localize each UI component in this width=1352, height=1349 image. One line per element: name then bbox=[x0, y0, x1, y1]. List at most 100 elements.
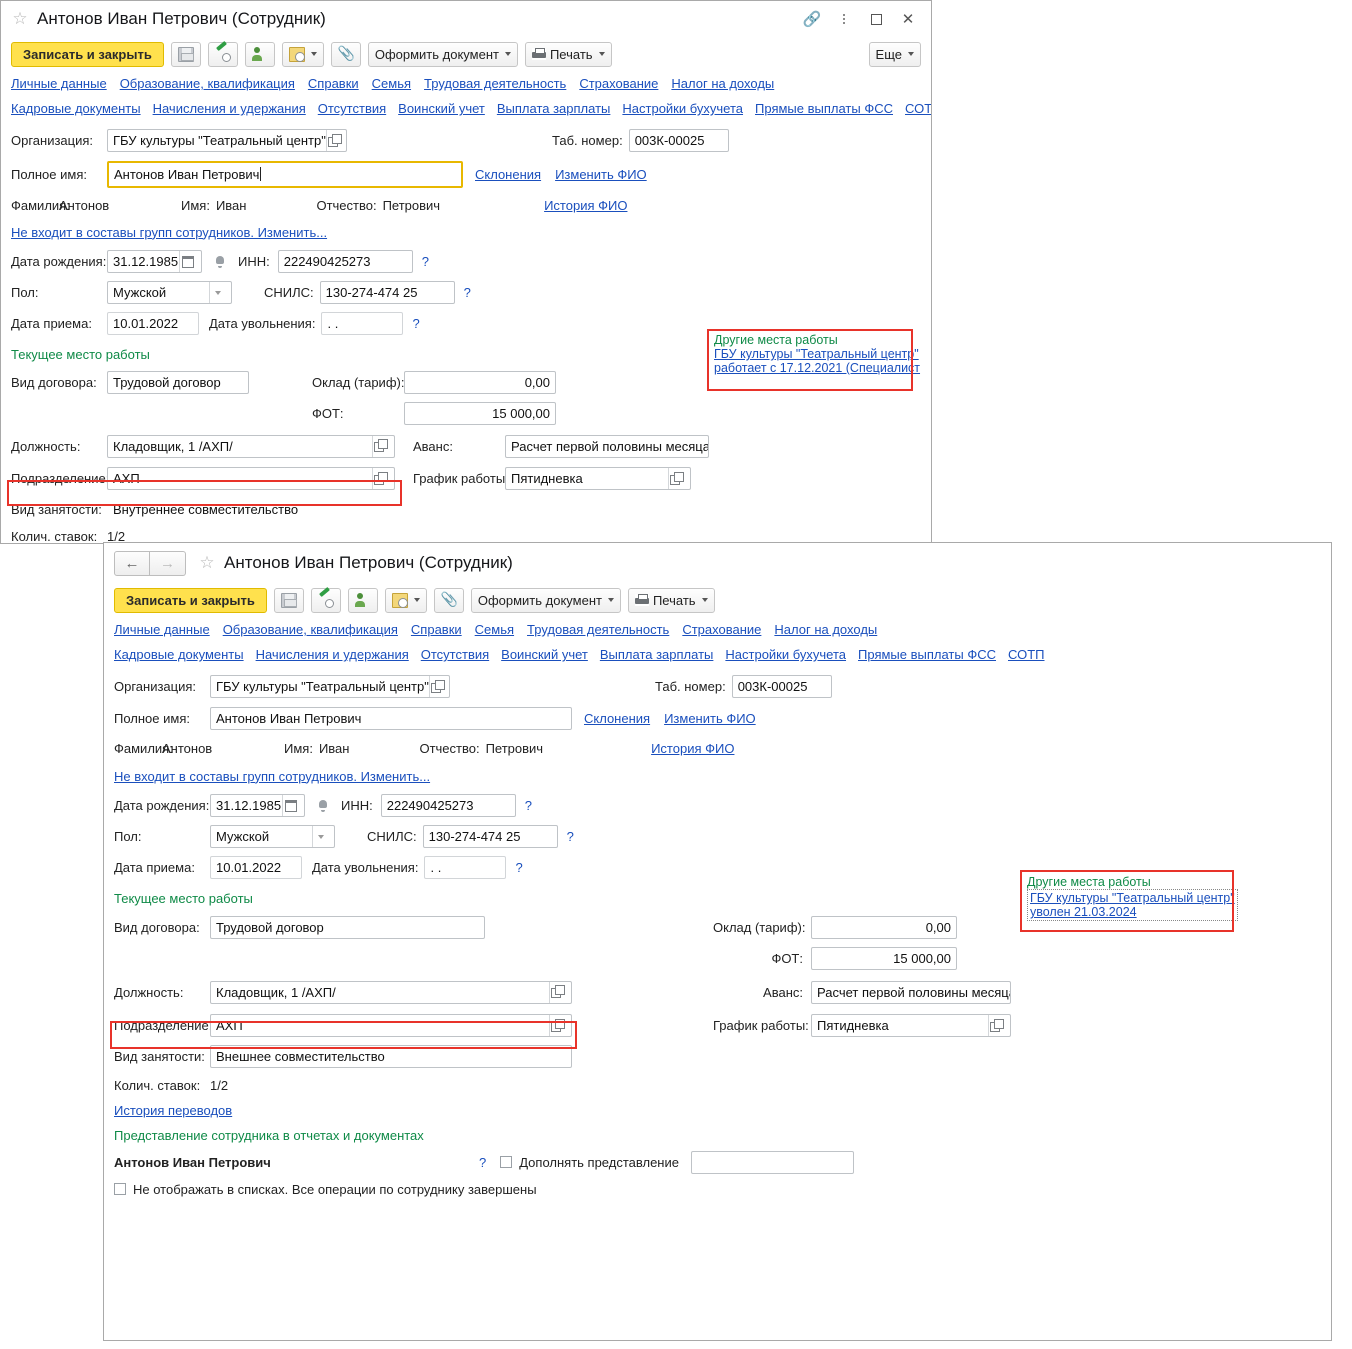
tab-insurance[interactable]: Страхование bbox=[682, 622, 761, 637]
inn-help-icon[interactable]: ? bbox=[525, 798, 532, 813]
person-clock-button[interactable] bbox=[347, 587, 378, 613]
tab-accounting-settings[interactable]: Настройки бухучета bbox=[622, 101, 743, 116]
maximize-icon[interactable] bbox=[867, 10, 885, 28]
calendar-icon[interactable] bbox=[179, 251, 196, 272]
tab-work-activity[interactable]: Трудовая деятельность bbox=[527, 622, 669, 637]
full-name-input[interactable]: Антонов Иван Петрович bbox=[210, 706, 572, 730]
transfer-history-link[interactable]: История переводов bbox=[114, 1103, 232, 1118]
tab-family[interactable]: Семья bbox=[372, 76, 411, 91]
hire-date-input[interactable]: 10.01.2022 bbox=[107, 312, 199, 335]
open-icon[interactable] bbox=[988, 1015, 1005, 1036]
contract-type-input[interactable]: Трудовой договор bbox=[210, 916, 485, 939]
document-clock-button[interactable] bbox=[384, 587, 427, 613]
tab-personal-data[interactable]: Личные данные bbox=[114, 622, 210, 637]
open-icon[interactable] bbox=[325, 130, 343, 151]
open-icon[interactable] bbox=[428, 676, 446, 697]
employee-groups-link[interactable]: Не входит в составы групп сотрудников. И… bbox=[114, 769, 430, 784]
tab-absences[interactable]: Отсутствия bbox=[318, 101, 386, 116]
link-icon[interactable]: 🔗 bbox=[803, 10, 822, 28]
tab-work-activity[interactable]: Трудовая деятельность bbox=[424, 76, 566, 91]
tab-sotp[interactable]: СОТП bbox=[1008, 647, 1045, 662]
employment-type-input[interactable]: Внешнее совместительство bbox=[210, 1045, 572, 1068]
kebab-menu-icon[interactable] bbox=[835, 10, 853, 28]
tab-military[interactable]: Воинский учет bbox=[501, 647, 588, 662]
favorite-star-icon[interactable]: ☆ bbox=[11, 10, 29, 28]
organization-input[interactable]: ГБУ культуры "Театральный центр" bbox=[210, 675, 450, 698]
tab-personal-data[interactable]: Личные данные bbox=[11, 76, 107, 91]
gender-select[interactable]: Мужской bbox=[107, 281, 232, 304]
back-button[interactable]: ← bbox=[114, 550, 150, 576]
open-icon[interactable] bbox=[372, 435, 389, 457]
tab-income-tax[interactable]: Налог на доходы bbox=[671, 76, 774, 91]
supplement-presentation-input[interactable] bbox=[690, 1150, 854, 1174]
attach-button[interactable] bbox=[330, 41, 361, 67]
inn-input[interactable]: 222490425273 bbox=[277, 250, 413, 273]
contract-type-input[interactable]: Трудовой договор bbox=[107, 371, 249, 394]
tab-accruals[interactable]: Начисления и удержания bbox=[153, 101, 306, 116]
open-icon[interactable] bbox=[668, 468, 685, 489]
more-button[interactable]: Еще bbox=[868, 41, 921, 67]
tab-family[interactable]: Семья bbox=[475, 622, 514, 637]
salary-input[interactable]: 0,00 bbox=[404, 371, 556, 394]
calendar-icon[interactable] bbox=[282, 795, 299, 816]
other-work-link-line1[interactable]: ГБУ культуры "Театральный центр" bbox=[714, 347, 919, 361]
open-icon[interactable] bbox=[372, 468, 389, 489]
close-icon[interactable]: ✕ bbox=[899, 10, 917, 28]
snils-input[interactable]: 130-274-474 25 bbox=[319, 281, 455, 304]
save-and-close-button[interactable]: Записать и закрыть bbox=[11, 41, 164, 67]
declensions-link[interactable]: Склонения bbox=[584, 711, 650, 726]
change-fio-link[interactable]: Изменить ФИО bbox=[664, 711, 756, 726]
birth-date-input[interactable]: 31.12.1985 bbox=[107, 250, 202, 273]
employee-card-window-2[interactable]: ← → ☆ Антонов Иван Петрович (Сотрудник) … bbox=[103, 542, 1332, 1341]
tab-accounting-settings[interactable]: Настройки бухучета bbox=[725, 647, 846, 662]
save-icon-button[interactable] bbox=[273, 587, 304, 613]
forward-button[interactable]: → bbox=[150, 550, 186, 576]
fot-input[interactable]: 15 000,00 bbox=[404, 402, 556, 425]
position-input[interactable]: Кладовщик, 1 /АХП/ bbox=[210, 980, 572, 1004]
fio-history-link[interactable]: История ФИО bbox=[651, 741, 734, 756]
tab-hr-documents[interactable]: Кадровые документы bbox=[114, 647, 244, 662]
tab-certificates[interactable]: Справки bbox=[308, 76, 359, 91]
other-work-link-line2[interactable]: уволен 21.03.2024 bbox=[1030, 905, 1235, 919]
create-document-button[interactable]: Оформить документ bbox=[367, 41, 518, 67]
declensions-link[interactable]: Склонения bbox=[475, 167, 541, 182]
tab-absences[interactable]: Отсутствия bbox=[421, 647, 489, 662]
open-icon[interactable] bbox=[549, 1015, 566, 1036]
dismissal-date-input[interactable]: . . bbox=[424, 856, 507, 879]
tab-military[interactable]: Воинский учет bbox=[398, 101, 485, 116]
employee-card-window-1[interactable]: ☆ Антонов Иван Петрович (Сотрудник) 🔗 ✕ … bbox=[0, 0, 932, 544]
dismissal-help-icon[interactable]: ? bbox=[412, 316, 419, 331]
tab-certificates[interactable]: Справки bbox=[411, 622, 462, 637]
print-button[interactable]: Печать bbox=[627, 587, 715, 613]
schedule-input[interactable]: Пятидневка bbox=[811, 1014, 1011, 1037]
fio-history-link[interactable]: История ФИО bbox=[544, 198, 627, 213]
person-clock-button[interactable] bbox=[244, 41, 275, 67]
supplement-presentation-checkbox[interactable] bbox=[500, 1156, 513, 1168]
schedule-input[interactable]: Пятидневка bbox=[505, 467, 691, 490]
chevron-down-icon[interactable] bbox=[312, 826, 329, 847]
salary-input[interactable]: 0,00 bbox=[811, 916, 957, 939]
tab-accruals[interactable]: Начисления и удержания bbox=[256, 647, 409, 662]
department-input[interactable]: АХП bbox=[210, 1014, 572, 1037]
favorite-star-icon[interactable]: ☆ bbox=[198, 554, 216, 572]
birth-date-input[interactable]: 31.12.1985 bbox=[210, 794, 305, 817]
presentation-help-icon[interactable]: ? bbox=[479, 1155, 486, 1170]
attach-button[interactable] bbox=[433, 587, 464, 613]
tab-number-input[interactable]: 003К-00025 bbox=[731, 675, 832, 698]
snils-help-icon[interactable]: ? bbox=[567, 829, 574, 844]
hide-in-lists-checkbox[interactable] bbox=[114, 1183, 126, 1195]
other-work-link-line2[interactable]: работает с 17.12.2021 (Специалист bbox=[714, 361, 920, 375]
pen-clock-button[interactable] bbox=[207, 41, 238, 67]
advance-input[interactable]: Расчет первой половины месяца bbox=[811, 980, 1011, 1004]
tab-education[interactable]: Образование, квалификация bbox=[223, 622, 398, 637]
department-input[interactable]: АХП bbox=[107, 467, 395, 490]
chevron-down-icon[interactable] bbox=[209, 282, 226, 303]
save-and-close-button[interactable]: Записать и закрыть bbox=[114, 587, 267, 613]
tab-fss-payments[interactable]: Прямые выплаты ФСС bbox=[755, 101, 893, 116]
open-icon[interactable] bbox=[549, 981, 566, 1003]
gender-select[interactable]: Мужской bbox=[210, 825, 335, 848]
employee-groups-link[interactable]: Не входит в составы групп сотрудников. И… bbox=[11, 225, 327, 240]
full-name-input[interactable]: Антонов Иван Петрович bbox=[107, 160, 463, 188]
document-clock-button[interactable] bbox=[281, 41, 324, 67]
tab-income-tax[interactable]: Налог на доходы bbox=[774, 622, 877, 637]
